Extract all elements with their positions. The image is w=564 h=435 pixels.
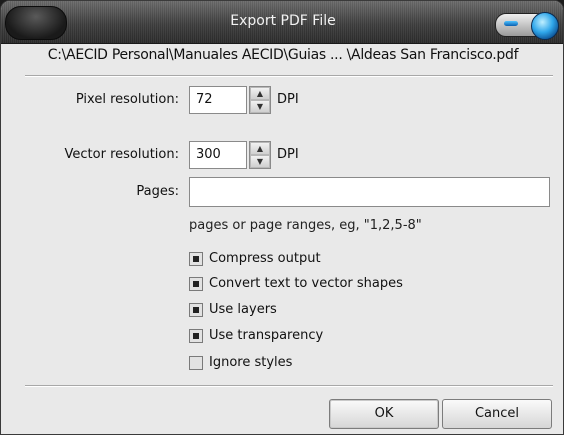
checkbox-label: Use layers [209, 302, 277, 317]
checkbox-label: Use transparency [209, 328, 324, 343]
pixel-resolution-label: Pixel resolution: [75, 92, 179, 107]
pages-hint: pages or page ranges, eg, "1,2,5-8" [189, 218, 422, 233]
decrement-icon[interactable]: ▼ [250, 155, 270, 168]
close-icon[interactable] [531, 12, 559, 40]
cancel-button[interactable]: Cancel [442, 399, 552, 429]
pixel-resolution-input[interactable]: 72 [189, 86, 247, 114]
vector-resolution-stepper[interactable]: ▲ ▼ [249, 141, 271, 169]
pixel-resolution-unit: DPI [277, 92, 299, 107]
checkbox[interactable] [189, 303, 203, 317]
vector-resolution-unit: DPI [277, 147, 299, 162]
increment-icon[interactable]: ▲ [250, 87, 270, 100]
vector-resolution-label: Vector resolution: [64, 147, 179, 162]
window-title: Export PDF File [230, 13, 336, 29]
decrement-icon[interactable]: ▼ [250, 100, 270, 113]
pages-label: Pages: [136, 184, 179, 199]
increment-icon[interactable]: ▲ [250, 142, 270, 155]
checkbox[interactable] [189, 252, 203, 266]
checkbox-label: Convert text to vector shapes [209, 276, 403, 291]
export-pdf-dialog: Export PDF File C:\AECID Personal\Manual… [0, 0, 564, 435]
checkbox[interactable] [189, 356, 203, 370]
bottom-divider [25, 385, 553, 387]
vector-resolution-input[interactable]: 300 [189, 141, 247, 169]
checkbox-label: Compress output [209, 251, 321, 266]
ok-button[interactable]: OK [329, 399, 439, 429]
title-bar[interactable]: Export PDF File [1, 1, 563, 44]
checkbox[interactable] [189, 277, 203, 291]
pages-input[interactable] [189, 177, 550, 207]
file-path: C:\AECID Personal\Manuales AECID\Guias .… [47, 47, 519, 63]
top-divider [25, 75, 553, 77]
checkbox-label: Ignore styles [209, 355, 293, 370]
pixel-resolution-stepper[interactable]: ▲ ▼ [249, 86, 271, 114]
checkbox[interactable] [189, 329, 203, 343]
